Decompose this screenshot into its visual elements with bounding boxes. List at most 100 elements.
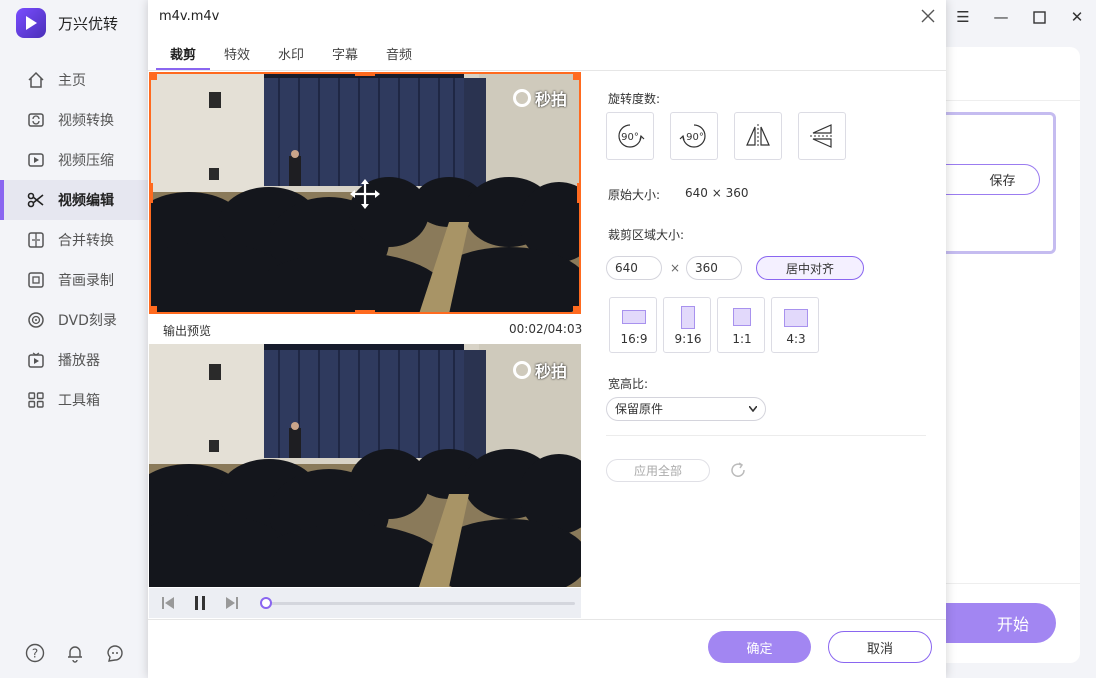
dialog-title: m4v.m4v: [159, 9, 220, 24]
ratio-16-9-button[interactable]: 16:9: [609, 297, 657, 353]
original-size-value: 640 × 360: [685, 186, 749, 200]
progress-thumb[interactable]: [260, 597, 272, 609]
sidebar-item-label: 工具箱: [58, 393, 100, 409]
sidebar-nav: 主页 视频转换 视频压缩 视频编辑 合并转换 音画录制 DVD刻录 播放器 工具…: [0, 60, 148, 420]
cancel-button[interactable]: 取消: [828, 631, 932, 663]
playback-time: 00:02/04:03: [509, 322, 583, 336]
progress-track[interactable]: [261, 602, 575, 605]
divider: [946, 583, 1080, 584]
sidebar: 万兴优转 主页 视频转换 视频压缩 视频编辑 合并转换 音画录制 DVD刻录 播…: [0, 0, 148, 678]
divider: [148, 619, 946, 620]
sidebar-item-label: 视频编辑: [58, 193, 114, 209]
watermark-text: 秒拍: [534, 362, 567, 381]
apply-all-button[interactable]: 应用全部: [606, 459, 710, 482]
player-icon: [26, 350, 46, 370]
chevron-down-icon: [749, 406, 757, 412]
crop-handle-right[interactable]: [577, 183, 581, 203]
sidebar-item-label: 合并转换: [58, 233, 114, 249]
svg-text:90°: 90°: [686, 132, 704, 143]
sidebar-item-record[interactable]: 音画录制: [0, 260, 148, 300]
menu-icon[interactable]: ☰: [955, 8, 971, 26]
sidebar-item-home[interactable]: 主页: [0, 60, 148, 100]
window-controls: ☰ — ✕: [955, 8, 1085, 26]
tab-bar: 裁剪 特效 水印 字幕 音频: [156, 44, 426, 70]
output-preview-label: 输出预览: [163, 324, 212, 338]
save-button[interactable]: 保存: [946, 164, 1040, 195]
sidebar-item-video-edit[interactable]: 视频编辑: [0, 180, 148, 220]
rotate-cw-button[interactable]: 90°: [606, 112, 654, 160]
tab-subtitle[interactable]: 字幕: [318, 44, 372, 70]
reset-icon[interactable]: [729, 461, 747, 479]
toolbox-icon: [26, 390, 46, 410]
crop-handle-bottom-right[interactable]: [573, 306, 581, 314]
minimize-icon[interactable]: —: [993, 8, 1009, 26]
sidebar-item-label: 主页: [58, 73, 86, 89]
crop-width-input[interactable]: 640: [606, 256, 662, 280]
crop-handle-bottom[interactable]: [355, 310, 375, 314]
playback-controls: [149, 588, 581, 618]
compress-icon: [26, 150, 46, 170]
flip-vertical-icon: [810, 124, 834, 148]
tab-effects[interactable]: 特效: [210, 44, 264, 70]
app-logo-icon: [16, 8, 46, 38]
aspect-ratio-select[interactable]: 保留原件: [606, 397, 766, 421]
sidebar-item-dvd[interactable]: DVD刻录: [0, 300, 148, 340]
start-button[interactable]: 开始: [946, 603, 1056, 643]
crop-handle-bottom-left[interactable]: [149, 306, 157, 314]
close-icon[interactable]: [920, 8, 936, 24]
crop-handle-top-left[interactable]: [149, 72, 157, 80]
sidebar-item-video-compress[interactable]: 视频压缩: [0, 140, 148, 180]
sidebar-item-label: 视频转换: [58, 113, 114, 129]
watermark-logo-icon: [512, 361, 531, 379]
bell-icon[interactable]: [64, 642, 86, 664]
flip-horizontal-icon: [746, 124, 770, 148]
ratio-4-3-button[interactable]: 4:3: [771, 297, 819, 353]
flip-horizontal-button[interactable]: [734, 112, 782, 160]
ratio-label: 16:9: [620, 332, 648, 346]
next-frame-icon[interactable]: [224, 595, 240, 611]
pause-icon[interactable]: [192, 595, 208, 611]
tab-watermark[interactable]: 水印: [264, 44, 318, 70]
rotate-ccw-90-icon: 90°: [679, 124, 706, 148]
svg-text:?: ?: [32, 647, 38, 661]
close-window-icon[interactable]: ✕: [1069, 8, 1085, 26]
flip-vertical-button[interactable]: [798, 112, 846, 160]
sidebar-item-merge[interactable]: 合并转换: [0, 220, 148, 260]
convert-icon: [26, 110, 46, 130]
ratio-1-1-button[interactable]: 1:1: [717, 297, 765, 353]
dvd-icon: [26, 310, 46, 330]
ratio-16-9-icon: [622, 310, 646, 324]
rotation-label: 旋转度数:: [608, 92, 661, 106]
crop-handle-left[interactable]: [149, 183, 153, 203]
ratio-4-3-icon: [784, 309, 808, 327]
ratio-9-16-button[interactable]: 9:16: [663, 297, 711, 353]
sidebar-item-label: 视频压缩: [58, 153, 114, 169]
original-size-label: 原始大小:: [608, 188, 661, 202]
crop-size-label: 裁剪区域大小:: [608, 228, 685, 242]
aspect-ratio-value: 保留原件: [615, 402, 664, 416]
ok-button[interactable]: 确定: [708, 631, 811, 663]
aspect-ratio-label: 宽高比:: [608, 377, 649, 391]
maximize-icon[interactable]: [1031, 8, 1047, 26]
crop-handle-top[interactable]: [355, 72, 375, 76]
merge-icon: [26, 230, 46, 250]
rotate-ccw-button[interactable]: 90°: [670, 112, 718, 160]
home-icon: [26, 70, 46, 90]
divider: [946, 100, 1080, 101]
previous-frame-icon[interactable]: [160, 595, 176, 611]
divider: [606, 435, 926, 436]
sidebar-item-video-convert[interactable]: 视频转换: [0, 100, 148, 140]
video-watermark: 秒拍: [512, 358, 567, 382]
sidebar-item-player[interactable]: 播放器: [0, 340, 148, 380]
crop-handle-top-right[interactable]: [573, 72, 581, 80]
sidebar-item-toolbox[interactable]: 工具箱: [0, 380, 148, 420]
tab-audio[interactable]: 音频: [372, 44, 426, 70]
crop-height-input[interactable]: 360: [686, 256, 742, 280]
tab-crop[interactable]: 裁剪: [156, 44, 210, 70]
crop-region-frame[interactable]: [149, 72, 581, 314]
help-icon[interactable]: ?: [24, 642, 46, 664]
center-align-button[interactable]: 居中对齐: [756, 256, 864, 280]
sidebar-bottom-icons: ?: [24, 642, 126, 664]
feedback-icon[interactable]: [104, 642, 126, 664]
ratio-label: 4:3: [786, 332, 806, 346]
